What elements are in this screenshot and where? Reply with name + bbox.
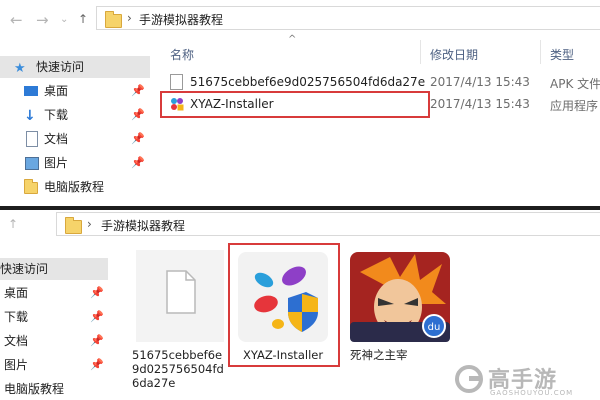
sidebar-item-tutorial-folder[interactable]: 电脑版教程 [0,378,108,400]
file-type: 应用程序 [550,99,599,113]
column-divider[interactable] [540,40,541,64]
column-divider[interactable] [420,40,421,64]
sidebar-item-label: 桌面 [44,84,69,98]
sidebar-item-downloads[interactable]: 下载 📌 [0,306,108,328]
sidebar-item-quick-access[interactable]: ★ 快速访问 [0,56,150,78]
game-character-icon: du [350,252,450,342]
breadcrumb-current[interactable]: 手游模拟器教程 [101,217,185,234]
watermark-logo: 高手游 GAOSHOUYOU.COM [454,362,594,398]
pin-icon[interactable]: 📌 [90,330,104,352]
sidebar-item-label: 桌面 [4,286,29,300]
pin-icon[interactable]: 📌 [131,80,145,102]
thumbnail-frame [136,250,224,342]
sidebar-item-label: 下载 [4,310,29,324]
back-arrow-icon[interactable]: ← [10,10,23,30]
sidebar-item-label: 文档 [4,334,29,348]
folder-icon [24,179,38,194]
tile-label: 死神之主宰 [350,348,408,362]
brand-logo-icon [455,365,483,393]
address-bar[interactable]: › 手游模拟器教程 [56,212,600,236]
column-header-type[interactable]: 类型 [550,46,574,63]
folder-icon [105,11,122,28]
address-bar[interactable]: › 手游模拟器教程 [96,6,600,30]
svg-text:du: du [428,322,441,333]
navigation-pane: 快速访问 桌面 📌 下载 📌 文档 📌 图片 📌 电脑版教程 [0,258,110,400]
file-date: 2017/4/13 15:43 [430,97,530,111]
sidebar-item-quick-access[interactable]: 快速访问 [0,258,108,280]
highlight-box [160,91,430,118]
navigation-pane: ★ 快速访问 桌面 📌 ↓ 下载 📌 文档 📌 图片 📌 电脑版教程 [0,56,150,206]
forward-arrow-icon[interactable]: → [36,10,49,30]
sidebar-item-desktop[interactable]: 桌面 📌 [0,282,108,304]
highlight-box [228,243,340,367]
file-date: 2017/4/13 15:43 [430,75,530,89]
sidebar-item-label: 电脑版教程 [44,180,105,194]
tile-label: 51675cebbef6e9d025756504fd6da27e [132,348,224,390]
folder-icon [65,217,82,234]
star-icon: ★ [14,61,26,76]
file-tile[interactable]: du 死神之主宰 [346,250,452,366]
file-type: APK 文件 [550,77,600,91]
download-arrow-icon: ↓ [24,108,36,124]
sidebar-item-tutorial-folder[interactable]: 电脑版教程 [0,176,145,198]
sidebar-item-pictures[interactable]: 图片 📌 [0,152,145,174]
sort-ascending-icon: ^ [288,34,297,45]
document-icon [26,131,38,147]
pin-icon[interactable]: 📌 [90,306,104,328]
sidebar-item-label: 图片 [44,156,69,170]
picture-icon [25,157,39,170]
sidebar-item-label: 快速访问 [0,262,49,276]
sidebar-item-label: 图片 [4,358,29,372]
watermark-domain: GAOSHOUYOU.COM [490,389,574,397]
file-tile[interactable]: 51675cebbef6e9d025756504fd6da27e [128,250,228,400]
sidebar-item-downloads[interactable]: ↓ 下载 📌 [0,104,145,126]
column-header-name[interactable]: 名称 [170,46,194,63]
sidebar-item-label: 快速访问 [36,60,85,74]
desktop-icon [24,86,38,96]
blank-file-icon [166,270,196,314]
up-arrow-icon[interactable]: ↑ [8,214,18,234]
sidebar-item-label: 电脑版教程 [4,382,65,396]
window-divider [0,206,600,210]
breadcrumb-separator: › [87,217,92,231]
sidebar-item-label: 下载 [44,108,69,122]
blank-file-icon [170,74,183,90]
sidebar-item-desktop[interactable]: 桌面 📌 [0,80,145,102]
up-arrow-icon[interactable]: ↑ [78,12,88,26]
file-row[interactable]: 51675cebbef6e9d025756504fd6da27e 2017/4/… [166,72,600,92]
pin-icon[interactable]: 📌 [131,128,145,150]
file-name: 51675cebbef6e9d025756504fd6da27e [190,75,426,89]
history-chevron-icon[interactable]: ⌄ [60,10,68,30]
pin-icon[interactable]: 📌 [131,104,145,126]
sidebar-item-label: 文档 [44,132,69,146]
breadcrumb-separator: › [127,11,132,25]
sidebar-item-documents[interactable]: 文档 📌 [0,128,145,150]
pin-icon[interactable]: 📌 [131,152,145,174]
sidebar-item-pictures[interactable]: 图片 📌 [0,354,108,376]
sidebar-item-documents[interactable]: 文档 📌 [0,330,108,352]
pin-icon[interactable]: 📌 [90,354,104,376]
column-header-date[interactable]: 修改日期 [430,46,478,63]
pin-icon[interactable]: 📌 [90,282,104,304]
breadcrumb-current[interactable]: 手游模拟器教程 [139,11,223,28]
